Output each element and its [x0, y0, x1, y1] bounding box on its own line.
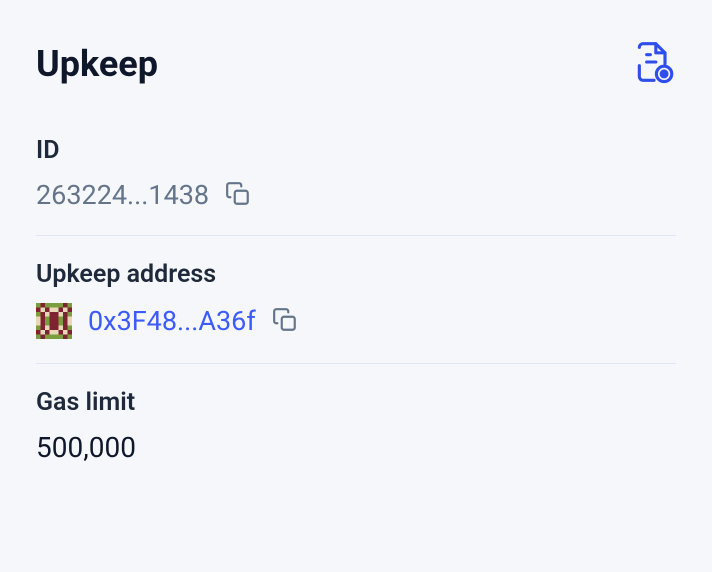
upkeep-card: Upkeep ID 263224...1438: [36, 40, 676, 464]
address-value-row: 0x3F48...A36f: [36, 303, 676, 339]
document-config-icon: [632, 40, 676, 88]
address-label: Upkeep address: [36, 260, 676, 289]
card-title: Upkeep: [36, 43, 158, 85]
gas-limit-field: Gas limit 500,000: [36, 388, 676, 464]
address-link[interactable]: 0x3F48...A36f: [88, 305, 256, 337]
divider: [36, 363, 676, 364]
copy-id-button[interactable]: [225, 181, 251, 210]
copy-icon: [272, 307, 298, 336]
id-label: ID: [36, 136, 676, 165]
gas-limit-value: 500,000: [36, 431, 136, 464]
divider: [36, 235, 676, 236]
gas-limit-label: Gas limit: [36, 388, 676, 417]
copy-address-button[interactable]: [272, 307, 298, 336]
copy-icon: [225, 181, 251, 210]
id-value: 263224...1438: [36, 179, 209, 211]
id-field: ID 263224...1438: [36, 136, 676, 211]
address-identicon: [36, 303, 72, 339]
gas-limit-value-row: 500,000: [36, 431, 676, 464]
address-field: Upkeep address: [36, 260, 676, 339]
card-header: Upkeep: [36, 40, 676, 88]
id-value-row: 263224...1438: [36, 179, 676, 211]
